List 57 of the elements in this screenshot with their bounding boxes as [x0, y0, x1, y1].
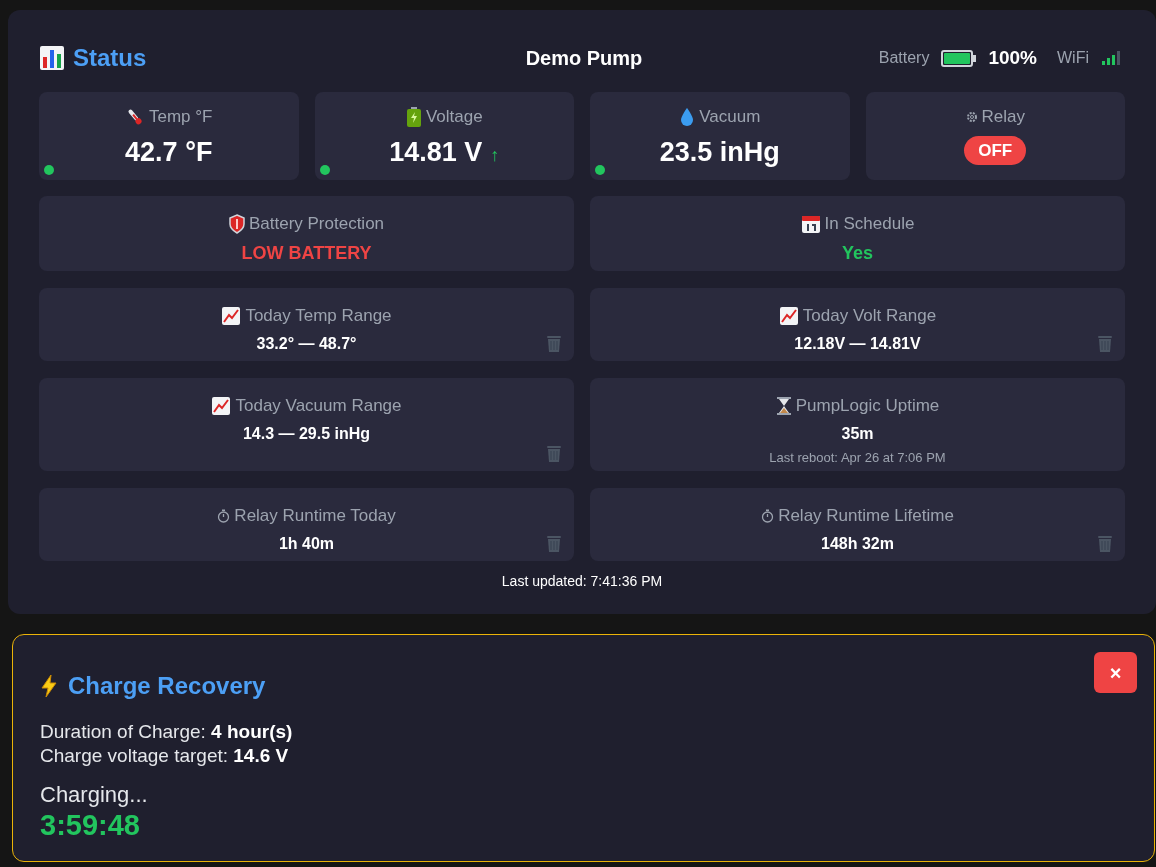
- card-value: 12.18V — 14.81V: [794, 333, 921, 354]
- card-label: Today Vacuum Range: [235, 395, 402, 417]
- stopwatch-icon: [217, 508, 231, 523]
- device-name: Demo Pump: [524, 46, 644, 71]
- lightning-icon: [40, 674, 58, 698]
- metric-value: 23.5 inHg: [659, 135, 780, 169]
- metric-label: Voltage: [425, 106, 483, 128]
- card-value: 1h 40m: [278, 533, 335, 554]
- metric-label: Vacuum: [699, 106, 761, 128]
- battery-reading: 100%: [988, 45, 1037, 70]
- trash-icon[interactable]: [546, 445, 562, 463]
- trash-icon[interactable]: [546, 535, 562, 553]
- card-label: In Schedule: [824, 213, 915, 235]
- card-label: Battery Protection: [248, 213, 385, 235]
- wifi-label: WiFi: [1057, 48, 1089, 68]
- card-value: 148h 32m: [821, 533, 894, 554]
- trash-icon[interactable]: [1097, 335, 1113, 353]
- battery-icon: [405, 106, 422, 127]
- card-value: 35m: [841, 423, 874, 444]
- card-label: Today Temp Range: [245, 305, 392, 327]
- trash-icon[interactable]: [546, 335, 562, 353]
- stopwatch-icon: [761, 508, 775, 523]
- card-label: Relay Runtime Lifetime: [778, 505, 954, 527]
- metric-value: 42.7 °F: [125, 135, 213, 169]
- trend-arrow: ↑: [490, 143, 500, 167]
- recovery-detail: Charge voltage target: 14.6 V: [40, 744, 290, 768]
- trash-icon[interactable]: [1097, 535, 1113, 553]
- battery-label: Battery: [878, 48, 930, 68]
- bar-chart-icon: [39, 45, 65, 71]
- card-value: 14.3 — 29.5 inHg: [242, 423, 371, 444]
- calendar-icon: [800, 213, 821, 234]
- gear-icon: [965, 110, 978, 123]
- card-value: 33.2° — 48.7°: [256, 333, 357, 354]
- droplet-icon: [679, 106, 696, 127]
- card-note: Last reboot: Apr 26 at 7:06 PM: [769, 448, 946, 467]
- line-chart-icon: [778, 305, 799, 326]
- relay-badge: OFF: [964, 135, 1027, 165]
- shield-icon: [228, 213, 245, 234]
- signal-icon: [1101, 50, 1121, 66]
- metric-label: Temp °F: [149, 106, 213, 128]
- countdown-timer: 3:59:48: [40, 808, 141, 842]
- line-chart-icon: [221, 305, 242, 326]
- line-chart-icon: [211, 395, 232, 416]
- card-label: Today Volt Range: [802, 305, 937, 327]
- card-value: LOW BATTERY: [241, 241, 372, 265]
- charging-status: Charging...: [40, 782, 149, 808]
- card-label: Relay Runtime Today: [234, 505, 396, 527]
- metric-value: 14.81 V: [389, 135, 483, 169]
- card-label: PumpLogic Uptime: [795, 395, 940, 417]
- hourglass-icon: [775, 395, 792, 416]
- last-updated: Last updated: 7:41:36 PM: [501, 572, 663, 591]
- recovery-title: Charge Recovery: [68, 671, 266, 701]
- close-button[interactable]: ×: [1094, 652, 1137, 693]
- metric-label: Relay: [981, 106, 1025, 128]
- card-value: Yes: [841, 241, 873, 265]
- recovery-detail: Duration of Charge: 4 hour(s): [40, 720, 294, 744]
- status-title: Status: [73, 43, 147, 73]
